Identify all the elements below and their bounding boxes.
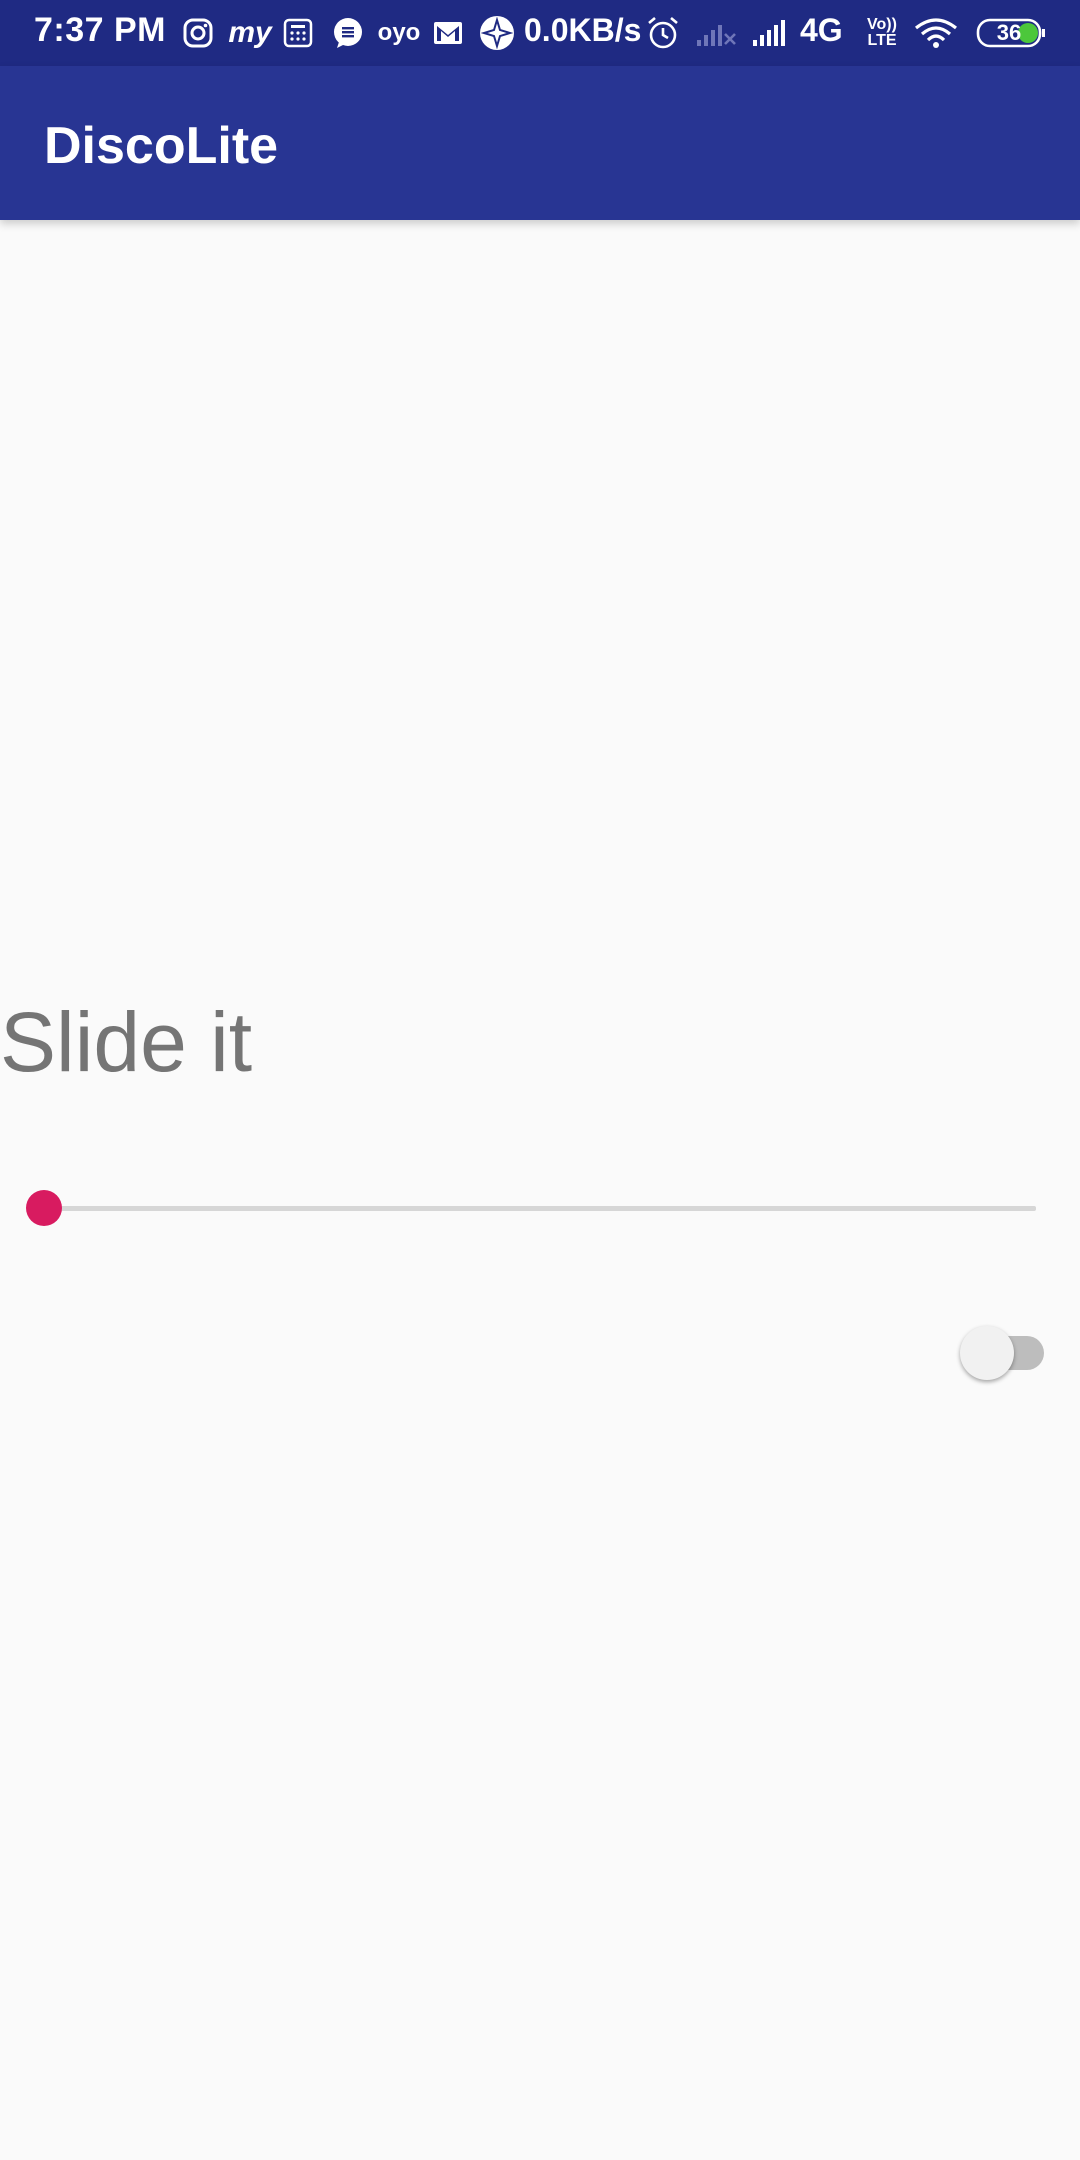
- myntra-icon: my: [228, 16, 272, 49]
- gmail-icon: [430, 13, 466, 53]
- battery-icon: 36: [976, 13, 1046, 53]
- signal-icon: [750, 13, 794, 53]
- compass-icon: [478, 13, 516, 53]
- status-time: 7:37 PM: [34, 11, 166, 49]
- network-speed: 0.0KB/s: [524, 12, 642, 48]
- messages-icon: [330, 13, 366, 53]
- wifi-icon: [912, 13, 960, 53]
- calculator-icon: [280, 13, 316, 53]
- battery-level: 36: [996, 20, 1022, 45]
- slider-thumb[interactable]: [26, 1190, 62, 1226]
- slider-track[interactable]: [44, 1206, 1036, 1211]
- volte-line2: LTE: [867, 32, 897, 49]
- network-type: 4G: [800, 12, 843, 48]
- instagram-icon: [180, 13, 216, 53]
- volte-line1: Vo)): [867, 16, 897, 33]
- app-bar: DiscoLite: [0, 66, 1080, 220]
- signal-x-icon: [694, 13, 738, 53]
- status-bar: 7:37 PM my oyo 0.0KB/s 4G Vo)) LTE 36: [0, 0, 1080, 66]
- oyo-icon: oyo: [377, 19, 421, 46]
- volte-indicator: Vo)) LTE: [862, 13, 902, 53]
- slide-label: Slide it: [0, 995, 253, 1089]
- alarm-icon: [644, 13, 682, 53]
- toggle-switch[interactable]: [960, 1326, 1050, 1380]
- switch-thumb[interactable]: [960, 1326, 1014, 1380]
- app-title: DiscoLite: [44, 117, 279, 175]
- seek-slider[interactable]: [26, 1190, 1036, 1226]
